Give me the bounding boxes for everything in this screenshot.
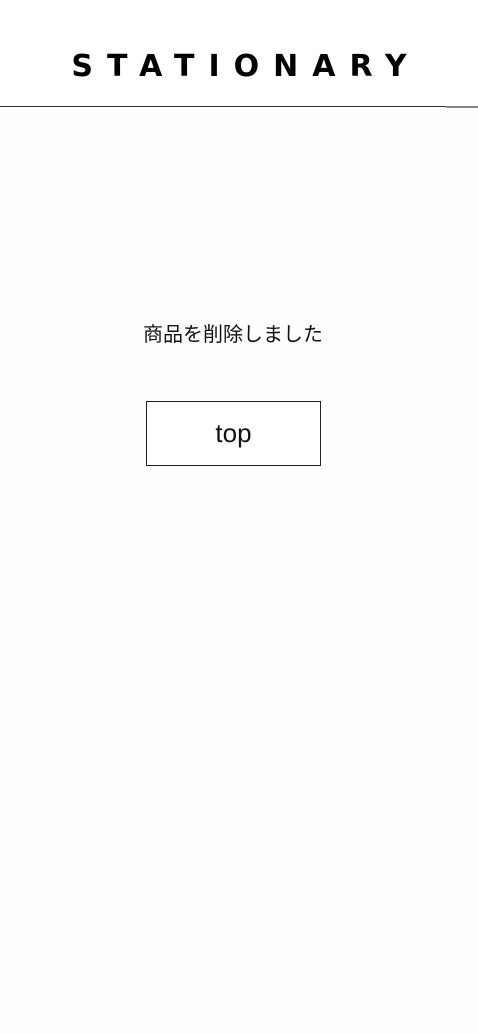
site-logo[interactable]: STATIONARY	[0, 47, 478, 87]
site-header: STATIONARY	[0, 0, 478, 108]
page: STATIONARY 商品を削除しました top	[0, 0, 478, 1033]
header-divider	[446, 106, 478, 108]
top-button[interactable]: top	[146, 401, 321, 466]
deletion-message: 商品を削除しました	[143, 322, 323, 346]
